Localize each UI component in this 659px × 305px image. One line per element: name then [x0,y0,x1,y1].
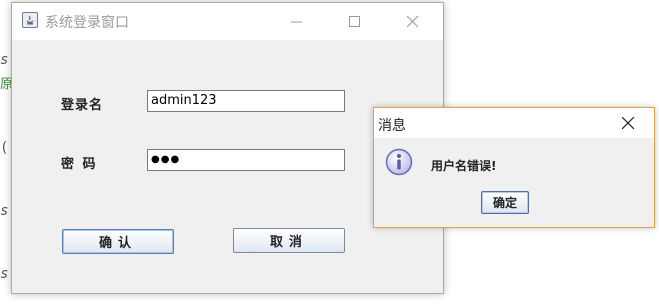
background-text-fragment: s [0,266,9,282]
minimize-button[interactable] [274,3,320,40]
dialog-title: 消息 [378,118,406,134]
dialog-close-button[interactable] [602,108,654,138]
title-bar[interactable]: 系统登录窗口 [12,3,443,40]
message-dialog: 消息 用户名错误! 确定 [373,107,655,228]
username-label: 登录名 [61,98,104,113]
background-text-fragment: ( [0,140,9,156]
close-icon [407,15,419,27]
window-title: 系统登录窗口 [45,15,129,31]
username-field[interactable]: admin123 [147,90,345,112]
minimize-icon [291,21,302,22]
dialog-message: 用户名错误! [431,159,497,173]
background-text-fragment: s [0,203,9,219]
maximize-icon [349,15,360,27]
dialog-title-bar[interactable]: 消息 [374,108,654,138]
ok-button[interactable]: 确定 [481,191,529,214]
info-icon [385,148,413,176]
close-icon [621,116,634,129]
password-label: 密 码 [61,157,98,172]
confirm-button[interactable]: 确认 [62,229,174,254]
close-button[interactable] [390,3,436,40]
maximize-button[interactable] [332,3,378,40]
cancel-button[interactable]: 取消 [233,228,345,253]
java-app-icon [22,12,38,28]
background-text-fragment: s [0,52,9,68]
password-field[interactable]: ●●● [147,149,345,171]
